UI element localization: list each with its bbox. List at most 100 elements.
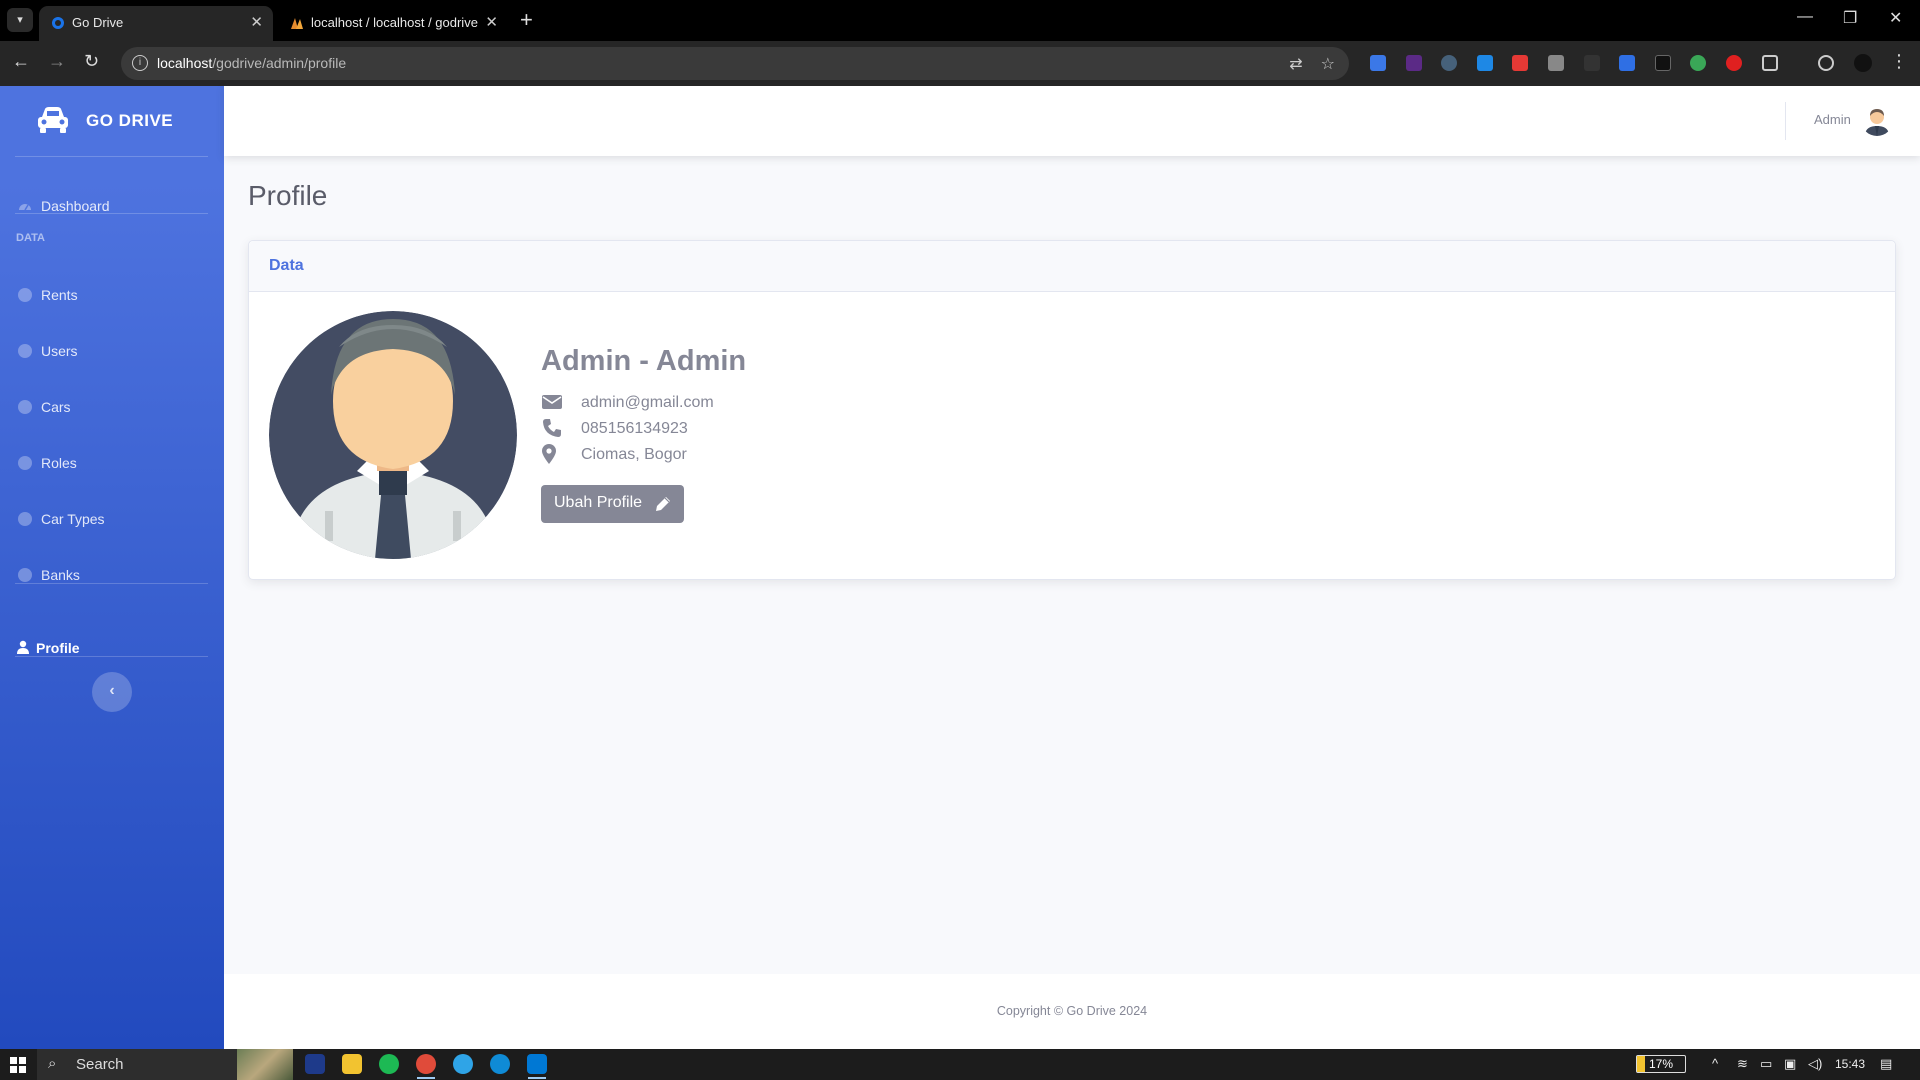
site-info-icon[interactable]: i — [132, 55, 148, 71]
minimize-icon[interactable]: — — [1797, 8, 1813, 26]
circle-icon — [18, 344, 32, 358]
sidebar-item-dashboard[interactable]: Dashboard — [0, 186, 224, 226]
topbar-user-name[interactable]: Admin — [1814, 112, 1851, 127]
back-icon[interactable]: ← — [12, 51, 30, 72]
clock-time[interactable]: 15:43 — [1835, 1057, 1865, 1071]
file-explorer-icon[interactable] — [342, 1054, 362, 1074]
extension-icon[interactable] — [1726, 55, 1742, 71]
taskbar-app-icon[interactable] — [453, 1054, 473, 1074]
spotify-icon[interactable] — [379, 1054, 399, 1074]
topbar-avatar[interactable] — [1861, 104, 1893, 136]
sidebar-item-cars[interactable]: Cars — [0, 387, 224, 427]
dashboard-gauge-icon — [19, 204, 31, 211]
car-icon — [38, 107, 68, 133]
battery-percent: 17% — [1649, 1057, 1674, 1071]
search-highlight-image — [237, 1049, 293, 1080]
extension-icon[interactable] — [1477, 55, 1493, 71]
close-window-icon[interactable]: ✕ — [1889, 8, 1902, 28]
taskbar-app-icon[interactable] — [305, 1054, 325, 1074]
new-tab-icon[interactable]: + — [520, 7, 533, 33]
circle-icon — [18, 512, 32, 526]
sidebar-item-profile[interactable]: Profile — [0, 628, 224, 668]
close-tab-icon[interactable]: ✕ — [250, 13, 263, 31]
battery-indicator[interactable]: 17% — [1636, 1055, 1686, 1073]
sidebar-item-label: Banks — [41, 567, 80, 583]
edit-profile-label: Ubah Profile — [554, 494, 643, 511]
sidebar-divider — [15, 156, 208, 157]
url-text[interactable]: localhost/godrive/admin/profile — [157, 55, 346, 71]
restore-icon[interactable]: ❐ — [1843, 8, 1857, 28]
sidebar-toggle-button[interactable]: ‹ — [92, 672, 132, 712]
extension-icon[interactable] — [1441, 55, 1457, 71]
address-bar[interactable]: i localhost/godrive/admin/profile ⇄ ☆ — [121, 47, 1349, 80]
translate-icon[interactable]: ⇄ — [1289, 54, 1302, 74]
tab-title: localhost / localhost / godrive / — [311, 15, 481, 30]
volume-icon[interactable]: ◁) — [1808, 1056, 1822, 1072]
browser-toolbar: ← → ↻ i localhost/godrive/admin/profile … — [0, 41, 1920, 86]
forward-icon[interactable]: → — [48, 51, 66, 72]
sidebar: GO DRIVE Dashboard DATA Rents Users Cars… — [0, 86, 224, 1049]
extension-icon[interactable] — [1655, 55, 1671, 71]
vscode-icon[interactable] — [527, 1054, 547, 1074]
sidebar-divider — [15, 656, 208, 657]
extension-icon[interactable] — [1370, 55, 1386, 71]
bookmark-star-icon[interactable]: ☆ — [1321, 54, 1335, 74]
notifications-icon[interactable]: ▤ — [1880, 1056, 1892, 1072]
sidebar-item-rents[interactable]: Rents — [0, 275, 224, 315]
extension-icon[interactable] — [1690, 55, 1706, 71]
reload-icon[interactable]: ↻ — [84, 51, 99, 72]
phone-icon — [543, 419, 561, 437]
battery-fill — [1637, 1056, 1645, 1072]
brand-name: GO DRIVE — [86, 111, 174, 130]
windows-start-icon[interactable] — [10, 1057, 26, 1073]
extension-icon[interactable] — [1512, 55, 1528, 71]
extensions-puzzle-icon[interactable] — [1762, 55, 1778, 71]
sidebar-divider — [15, 583, 208, 584]
main-content: Admin Profile Data Admin - Admin admin@g… — [224, 86, 1920, 1049]
sidebar-item-label: Dashboard — [41, 198, 110, 214]
active-app-indicator — [528, 1077, 546, 1079]
browser-tab-bar: ▾ Go Drive ✕ localhost / localhost / god… — [0, 0, 1920, 41]
extension-icon[interactable] — [1406, 55, 1422, 71]
sidebar-item-label: Users — [41, 343, 78, 359]
sidebar-item-banks[interactable]: Banks — [0, 555, 224, 595]
sidebar-item-car-types[interactable]: Car Types — [0, 499, 224, 539]
topbar-divider — [1785, 102, 1786, 140]
sidebar-item-label: Roles — [41, 455, 77, 471]
taskbar-search[interactable]: ⌕ Search — [37, 1049, 293, 1080]
display-icon[interactable]: ▣ — [1784, 1056, 1796, 1072]
chrome-icon[interactable] — [416, 1054, 436, 1074]
sidebar-brand[interactable]: GO DRIVE — [0, 86, 224, 156]
envelope-icon — [542, 395, 562, 409]
phpmyadmin-favicon-icon — [291, 18, 303, 29]
edit-profile-button[interactable]: Ubah Profile — [541, 485, 684, 523]
chevron-up-icon[interactable]: ^ — [1712, 1056, 1718, 1071]
browser-tab-active[interactable]: Go Drive ✕ — [39, 6, 273, 41]
tab-search-button[interactable]: ▾ — [7, 8, 33, 32]
profile-avatar-icon[interactable] — [1854, 54, 1872, 72]
pencil-icon — [656, 497, 670, 511]
extension-icon[interactable] — [1584, 55, 1600, 71]
extension-icon[interactable] — [1619, 55, 1635, 71]
wifi-icon[interactable]: ≋ — [1737, 1056, 1748, 1072]
circle-icon — [18, 288, 32, 302]
circle-icon — [18, 456, 32, 470]
network-icon[interactable]: ▭ — [1760, 1056, 1772, 1072]
close-tab-icon[interactable]: ✕ — [485, 13, 498, 31]
browser-menu-icon[interactable]: ⋮ — [1890, 51, 1908, 72]
copyright-text: Copyright © Go Drive 2024 — [996, 1004, 1148, 1018]
sidebar-divider — [15, 213, 208, 214]
browser-tab[interactable]: localhost / localhost / godrive / ✕ — [278, 6, 508, 41]
sidebar-item-roles[interactable]: Roles — [0, 443, 224, 483]
edge-icon[interactable] — [490, 1054, 510, 1074]
profile-phone: 085156134923 — [581, 420, 688, 437]
performance-icon[interactable] — [1818, 55, 1834, 71]
sidebar-item-users[interactable]: Users — [0, 331, 224, 371]
chevron-left-icon: ‹ — [109, 682, 115, 699]
user-avatar-icon — [1861, 104, 1893, 136]
active-app-indicator — [417, 1077, 435, 1079]
profile-address: Ciomas, Bogor — [581, 446, 687, 463]
circle-icon — [18, 568, 32, 582]
camera-extension-icon[interactable] — [1548, 55, 1564, 71]
user-icon — [17, 640, 29, 654]
